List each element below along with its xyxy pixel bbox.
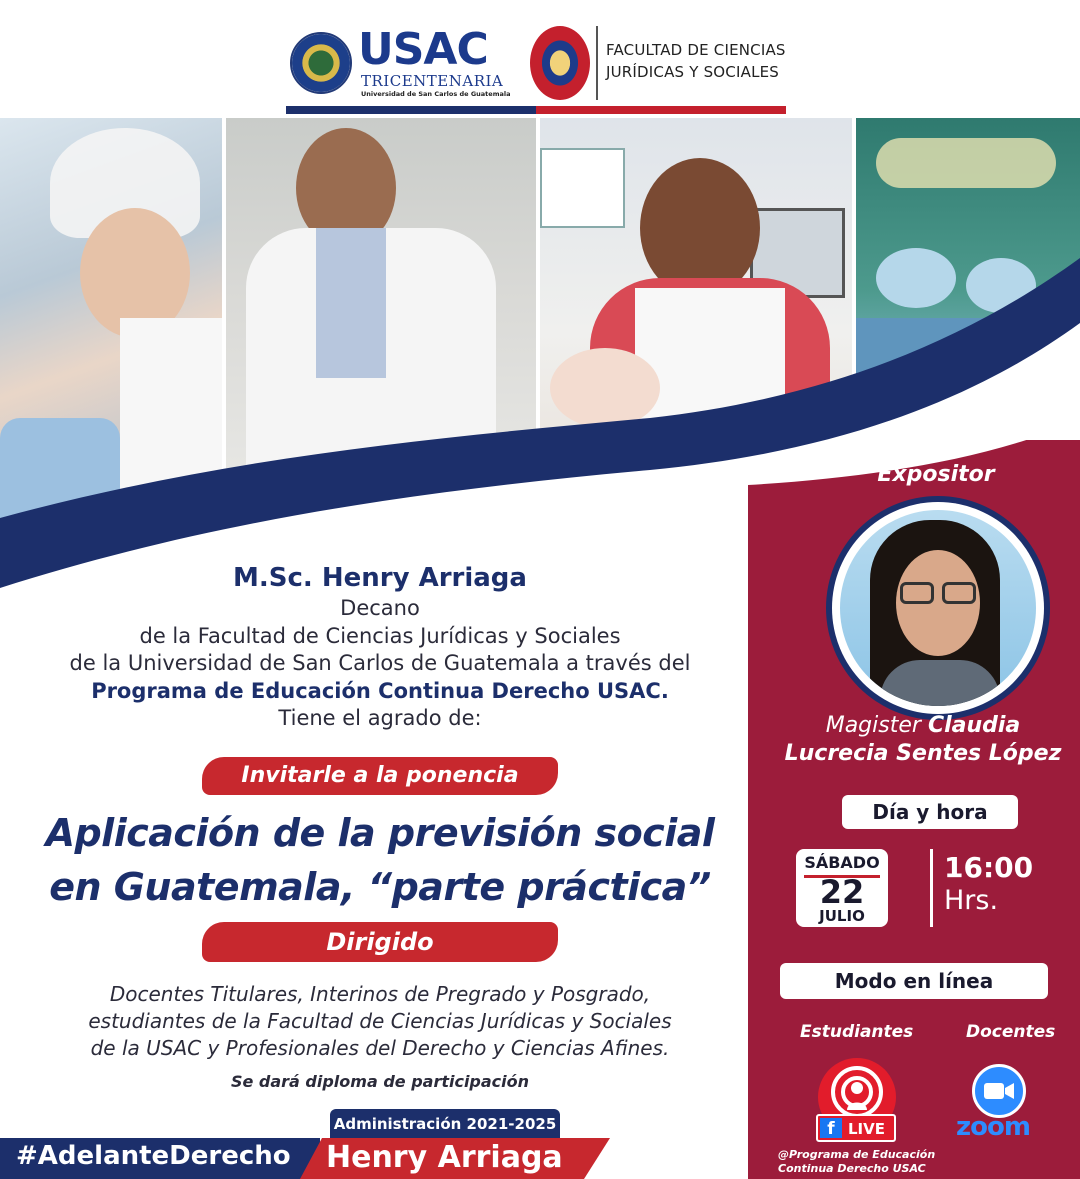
usac-logo-word: USAC: [358, 24, 489, 75]
zoom-label[interactable]: zoom: [956, 1112, 1031, 1142]
speaker-name-line2: Lucrecia Sentes López: [784, 741, 1062, 766]
faculty-name-line1: FACULTAD DE CIENCIAS: [606, 41, 786, 59]
host-role: Decano: [340, 596, 420, 620]
host-name: M.Sc. Henry Arriaga: [233, 563, 527, 593]
time-divider: [930, 849, 933, 927]
speaker-first-name: Claudia: [927, 713, 1021, 738]
video-camera-icon: [984, 1083, 1014, 1099]
speaker-title: Magister: [825, 713, 921, 738]
audience-line3: de la USAC y Profesionales del Derecho y…: [90, 1036, 670, 1060]
audience-line2: estudiantes de la Facultad de Ciencias J…: [88, 1009, 672, 1033]
host-university: de la Universidad de San Carlos de Guate…: [69, 651, 691, 675]
university-seal-icon: [290, 32, 352, 94]
invite-label: Invitarle a la ponencia: [202, 757, 558, 795]
usac-university-name: Universidad de San Carlos de Guatemala: [361, 90, 511, 98]
online-mode-label: Modo en línea: [780, 963, 1048, 999]
event-title-line2: en Guatemala, “parte práctica”: [49, 865, 711, 909]
students-label: Estudiantes: [800, 1022, 914, 1042]
host-faculty: de la Facultad de Ciencias Jurídicas y S…: [139, 624, 621, 648]
diploma-note: Se dará diploma de participación: [230, 1072, 530, 1091]
hashtag: #AdelanteDerecho: [16, 1141, 291, 1171]
dirigido-label: Dirigido: [202, 922, 558, 962]
host-greeting: Tiene el agrado de:: [278, 706, 482, 730]
header-bar-red: [536, 106, 786, 114]
program-handle-line2: Continua Derecho USAC: [778, 1162, 926, 1175]
facebook-icon: f: [820, 1118, 842, 1139]
footer-name: Henry Arriaga: [326, 1140, 563, 1175]
zoom-icon[interactable]: [972, 1064, 1026, 1118]
host-program: Programa de Educación Continua Derecho U…: [91, 679, 669, 703]
speaker-name-line1: Magister Claudia: [748, 713, 1080, 738]
administration-label: Administración 2021-2025: [330, 1109, 560, 1139]
speaker-photo: [840, 510, 1036, 706]
event-time: 16:00: [944, 851, 1034, 884]
schedule-label: Día y hora: [842, 795, 1018, 829]
live-label: LIVE: [848, 1120, 885, 1138]
calendar-icon: SÁBADO 22 JULIO: [796, 849, 888, 927]
audience-line1: Docentes Titulares, Interinos de Pregrad…: [109, 982, 651, 1006]
facebook-live-badge[interactable]: f LIVE: [816, 1114, 896, 1142]
calendar-day: 22: [819, 873, 865, 911]
header-bar-blue: [286, 106, 536, 114]
teachers-label: Docentes: [966, 1022, 1056, 1042]
usac-tricentenaria: TRICENTENARIA: [361, 72, 504, 90]
event-time-unit: Hrs.: [944, 885, 999, 916]
faculty-seal-icon: [530, 26, 590, 100]
header-divider: [596, 26, 598, 100]
calendar-weekday: SÁBADO: [804, 853, 880, 872]
event-title-line1: Aplicación de la previsión social: [45, 811, 715, 855]
program-handle-line1: @Programa de Educación: [778, 1148, 936, 1161]
expositor-label: Expositor: [877, 462, 995, 487]
calendar-month: JULIO: [819, 907, 865, 925]
faculty-name-line2: JURÍDICAS Y SOCIALES: [606, 63, 780, 81]
